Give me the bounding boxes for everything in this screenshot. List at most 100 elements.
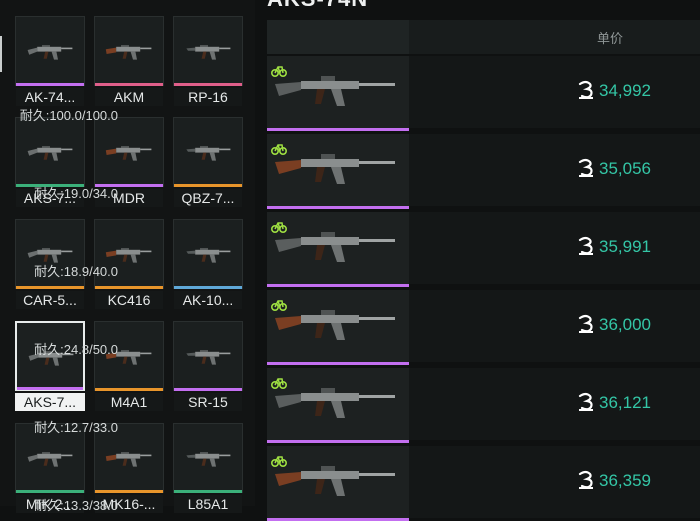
currency-icon <box>578 392 593 411</box>
listing-thumbnail: 耐久:12.7/33.0 <box>34 368 409 440</box>
rarity-bar <box>17 387 83 390</box>
weapon-image <box>184 442 232 472</box>
price: 35,056 <box>577 158 651 179</box>
weapon-label: AKS-7... <box>15 393 85 411</box>
durability-text: 耐久:13.3/38.0 <box>34 498 118 513</box>
listing-thumbnail: 耐久:100.0/100.0 <box>20 56 409 128</box>
bike-icon <box>271 378 287 389</box>
weapon-label: M4A1 <box>95 393 163 411</box>
rifle-image <box>275 232 395 262</box>
rarity-bar <box>174 83 242 86</box>
rarity-bar <box>174 388 242 391</box>
weapon-label: KC416 <box>95 291 163 309</box>
durability-text: 耐久:100.0/100.0 <box>19 108 118 123</box>
rifle-image <box>275 310 395 340</box>
listing-thumbnail: 耐久:24.8/50.0 <box>34 290 409 362</box>
listing-header <box>267 20 700 54</box>
rarity-bar <box>95 83 163 86</box>
durability-text: 耐久:19.0/34.0 <box>34 186 118 201</box>
price: 35,991 <box>577 236 651 257</box>
weapon-label: AK-74... <box>16 88 84 106</box>
bike-icon <box>271 300 287 311</box>
price: 34,992 <box>577 80 651 101</box>
weapon-label: QBZ-7... <box>174 189 242 207</box>
weapon-image <box>105 136 153 166</box>
durability-text: 耐久:12.7/33.0 <box>34 420 118 435</box>
rarity-bar <box>174 184 242 187</box>
durability-text: 耐久:24.8/50.0 <box>34 342 118 357</box>
weapon-image <box>184 136 232 166</box>
price-value: 34,992 <box>599 81 651 100</box>
listing-row[interactable]: 耐久:13.3/38.0 36,359 <box>34 446 700 521</box>
weapon-card[interactable]: AKS-7... <box>15 117 85 207</box>
rarity-bar <box>174 286 242 289</box>
price: 36,000 <box>577 314 651 335</box>
listing-thumbnail: 耐久:19.0/34.0 <box>34 134 409 206</box>
weapon-label: CAR-5... <box>16 291 84 309</box>
currency-icon <box>578 80 593 99</box>
rifle-image <box>275 388 395 418</box>
rarity-bar <box>95 490 163 493</box>
rifle-image <box>275 466 395 496</box>
weapon-card[interactable]: AKM <box>94 16 164 106</box>
weapon-card[interactable]: L85A1 <box>173 423 243 513</box>
bike-icon <box>271 66 287 77</box>
rifle-image <box>275 154 395 184</box>
price-value: 36,121 <box>599 393 651 412</box>
currency-icon <box>578 314 593 333</box>
rarity-underline <box>267 440 409 443</box>
weapon-label: AK-10... <box>174 291 242 309</box>
durability-text: 耐久:18.9/40.0 <box>34 264 118 279</box>
weapon-image <box>184 340 232 370</box>
price-value: 35,056 <box>599 159 651 178</box>
item-title: AKS-74N <box>267 0 368 12</box>
price-value: 36,359 <box>599 471 651 490</box>
weapon-image <box>105 35 153 65</box>
rarity-underline <box>267 128 409 131</box>
price-value: 35,991 <box>599 237 651 256</box>
weapon-card[interactable]: QBZ-7... <box>173 117 243 207</box>
rarity-bar <box>174 490 242 493</box>
price-value: 36,000 <box>599 315 651 334</box>
scroll-indicator[interactable] <box>0 36 2 72</box>
listing-row[interactable]: 耐久:18.9/40.0 35,991 <box>34 212 700 287</box>
weapon-card[interactable]: RP-16 <box>173 16 243 106</box>
bike-icon <box>271 456 287 467</box>
rarity-underline <box>267 206 409 209</box>
listing-row[interactable]: 耐久:19.0/34.0 35,056 <box>34 134 700 209</box>
rarity-bar <box>16 83 84 86</box>
weapon-image <box>184 35 232 65</box>
price: 36,359 <box>577 470 651 491</box>
listing-thumbnail: 耐久:13.3/38.0 <box>34 446 409 518</box>
weapon-card[interactable]: AK-74... <box>15 16 85 106</box>
weapon-label: RP-16 <box>174 88 242 106</box>
weapon-card[interactable]: MDR <box>94 117 164 207</box>
weapon-card[interactable]: AK-10... <box>173 219 243 309</box>
rifle-image <box>275 76 395 106</box>
rarity-bar <box>95 388 163 391</box>
listing-row[interactable]: 耐久:24.8/50.0 36,000 <box>34 290 700 365</box>
price: 36,121 <box>577 392 651 413</box>
currency-icon <box>578 158 593 177</box>
weapon-card[interactable]: SR-15 <box>173 321 243 411</box>
listing-thumbnail: 耐久:18.9/40.0 <box>34 212 409 284</box>
currency-icon <box>578 470 593 489</box>
weapon-label: SR-15 <box>174 393 242 411</box>
rarity-bar <box>16 286 84 289</box>
weapon-label: AKM <box>95 88 163 106</box>
weapon-image <box>105 442 153 472</box>
weapon-image <box>26 442 74 472</box>
weapon-image <box>26 35 74 65</box>
weapon-image <box>26 136 74 166</box>
listing-row[interactable]: 耐久:100.0/100.0 34,992 <box>20 56 700 131</box>
currency-icon <box>578 236 593 255</box>
rarity-bar <box>95 286 163 289</box>
rarity-underline <box>267 284 409 287</box>
listing-row[interactable]: 耐久:12.7/33.0 36,121 <box>34 368 700 443</box>
weapon-label: L85A1 <box>174 495 242 513</box>
bike-icon <box>271 222 287 233</box>
weapon-image <box>184 238 232 268</box>
bike-icon <box>271 144 287 155</box>
column-header-price: 单价 <box>597 31 624 46</box>
rarity-bar <box>16 490 84 493</box>
